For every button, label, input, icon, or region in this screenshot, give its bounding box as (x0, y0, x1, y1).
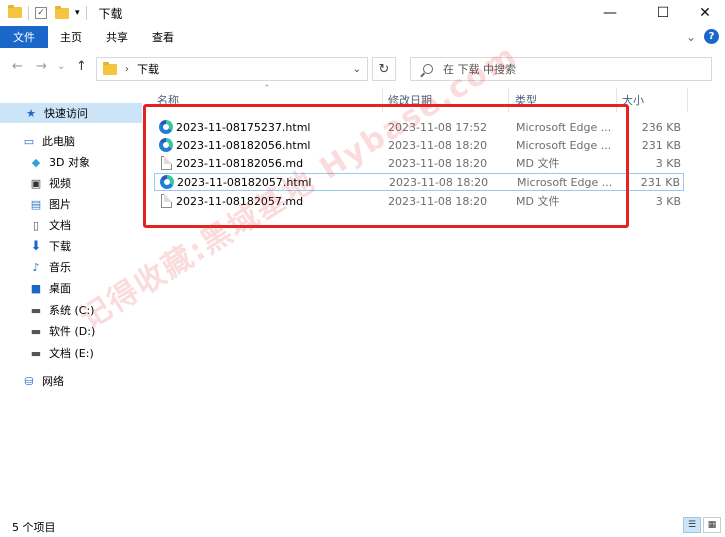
file-size: 231 KB (640, 175, 680, 189)
tab-share[interactable]: 共享 (94, 26, 140, 48)
sidebar-item-label: 文档 (49, 219, 71, 232)
title-bar: ✓ ▾ 下载 — ☐ ✕ (0, 0, 725, 26)
address-dropdown-button[interactable]: ⌄ (353, 64, 361, 75)
folder-icon (8, 5, 22, 19)
expand-ribbon-icon[interactable]: ⌄ (686, 30, 696, 44)
properties-icon[interactable]: ✓ (35, 7, 47, 19)
tab-file[interactable]: 文件 (0, 26, 48, 48)
sidebar-item-label: 图片 (49, 198, 71, 211)
customize-toolbar-icon[interactable]: ▾ (75, 8, 80, 18)
item-count: 5 个项目 (12, 520, 56, 534)
large-icons-view-icon[interactable]: ▦ (703, 517, 721, 533)
sidebar-item-drive-d[interactable]: ▬ 软件 (D:) (0, 321, 142, 341)
sidebar-item-3d-objects[interactable]: ◆ 3D 对象 (0, 152, 142, 172)
sidebar-item-label: 下载 (49, 240, 71, 253)
drive-icon: ▬ (30, 303, 42, 317)
address-bar[interactable]: › 下载 ⌄ (96, 57, 368, 81)
sidebar-item-downloads[interactable]: ⬇ 下载 (0, 236, 142, 256)
recent-locations-button[interactable]: ⌄ (57, 61, 65, 72)
file-size: 231 KB (641, 138, 681, 152)
folder-icon (97, 61, 117, 75)
sort-ascending-icon: ⌃ (263, 84, 271, 94)
sidebar-item-videos[interactable]: ▣ 视频 (0, 173, 142, 193)
breadcrumb-separator[interactable]: › (125, 64, 129, 75)
view-switcher: ☰ ▦ (683, 517, 721, 533)
breadcrumb-downloads[interactable]: 下载 (137, 61, 159, 77)
star-icon: ★ (26, 106, 36, 120)
sidebar-item-drive-e[interactable]: ▬ 文档 (E:) (0, 343, 142, 363)
sidebar-item-this-pc[interactable]: ▭ 此电脑 (0, 131, 142, 151)
sidebar-item-network[interactable]: ⛁ 网络 (0, 371, 142, 391)
minimize-button[interactable]: — (587, 0, 633, 26)
computer-icon: ▭ (23, 134, 35, 148)
sidebar-item-label: 视频 (49, 177, 71, 190)
maximize-button[interactable]: ☐ (640, 0, 686, 26)
details-view-icon[interactable]: ☰ (683, 517, 701, 533)
status-bar: 5 个项目 (0, 516, 725, 537)
address-row: ← → ⌄ ↑ › 下载 ⌄ ↻ 在 下载 中搜索 (0, 54, 725, 84)
sidebar-item-label: 快速访问 (44, 107, 88, 120)
back-button[interactable]: ← (12, 59, 23, 74)
document-icon: ▯ (32, 218, 40, 232)
sidebar-item-label: 此电脑 (42, 135, 75, 148)
new-folder-icon[interactable] (55, 5, 69, 19)
drive-icon: ▬ (30, 346, 42, 360)
picture-icon: ▤ (30, 197, 42, 211)
download-icon: ⬇ (30, 238, 42, 254)
forward-button[interactable]: → (36, 59, 47, 74)
divider (28, 6, 29, 20)
help-icon[interactable]: ? (704, 29, 719, 44)
video-icon: ▣ (30, 176, 42, 190)
file-size: 3 KB (655, 194, 681, 208)
cube-icon: ◆ (31, 155, 41, 169)
network-icon: ⛁ (24, 374, 34, 388)
sidebar-item-pictures[interactable]: ▤ 图片 (0, 194, 142, 214)
tab-view[interactable]: 查看 (140, 26, 186, 48)
ribbon-tabs: 文件 主页 共享 查看 ⌄ ? (0, 26, 725, 48)
close-button[interactable]: ✕ (682, 0, 725, 26)
sidebar-item-label: 网络 (42, 375, 64, 388)
sidebar-item-documents[interactable]: ▯ 文档 (0, 215, 142, 235)
sidebar-item-label: 音乐 (49, 261, 71, 274)
sidebar-item-label: 3D 对象 (49, 156, 90, 169)
column-divider[interactable] (687, 88, 688, 112)
drive-icon: ▬ (30, 324, 42, 338)
sidebar-item-quick-access[interactable]: ★ 快速访问 (0, 103, 142, 123)
divider (85, 6, 87, 20)
sidebar-item-label: 桌面 (49, 282, 71, 295)
up-button[interactable]: ↑ (76, 59, 87, 74)
tab-home[interactable]: 主页 (48, 26, 94, 48)
file-size: 236 KB (641, 120, 681, 134)
window-title: 下载 (98, 6, 123, 21)
file-size: 3 KB (655, 156, 681, 170)
refresh-button[interactable]: ↻ (372, 57, 396, 81)
music-icon: ♪ (32, 260, 40, 274)
desktop-icon: ■ (30, 281, 42, 295)
sidebar-item-label: 文档 (E:) (49, 347, 94, 360)
